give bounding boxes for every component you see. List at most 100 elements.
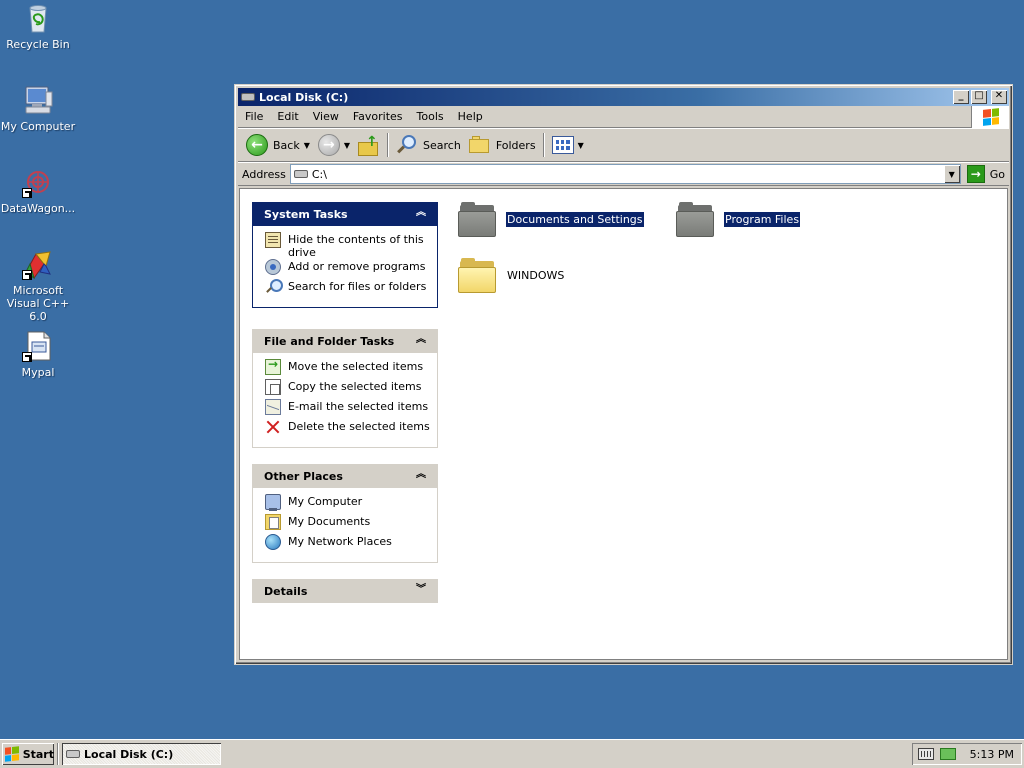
taskbar-button-label: Local Disk (C:): [84, 747, 174, 761]
desktop-icon-recycle-bin[interactable]: Recycle Bin: [0, 2, 76, 51]
forward-button[interactable]: → ▼: [314, 131, 354, 159]
close-button[interactable]: ✕: [991, 90, 1007, 104]
system-tasks-header[interactable]: System Tasks ︽: [252, 202, 438, 226]
pane-title: Details: [264, 584, 308, 598]
place-my-network-places[interactable]: My Network Places: [265, 534, 431, 554]
file-folder-tasks-pane: File and Folder Tasks ︽ Move the selecte…: [252, 329, 438, 448]
other-places-header[interactable]: Other Places ︽: [252, 464, 438, 488]
add-remove-programs-icon: [265, 259, 281, 275]
menu-favorites[interactable]: Favorites: [346, 110, 410, 123]
task-delete-items[interactable]: Delete the selected items: [265, 419, 431, 439]
pane-title: File and Folder Tasks: [264, 334, 395, 348]
folder-icon: [676, 201, 714, 237]
menu-view[interactable]: View: [306, 110, 346, 123]
task-add-remove-programs[interactable]: Add or remove programs: [265, 259, 431, 279]
go-arrow-icon: →: [966, 165, 985, 183]
address-label: Address: [242, 167, 286, 181]
views-button[interactable]: ▼: [548, 131, 588, 159]
system-tasks-pane: System Tasks ︽ Hide the contents of this…: [252, 202, 438, 308]
desktop-icon-my-computer[interactable]: My Computer: [0, 84, 76, 133]
back-button[interactable]: ← Back ▼: [242, 131, 314, 159]
desktop-icon-label: Microsoft Visual C++ 6.0: [6, 284, 70, 323]
hide-contents-icon: [265, 232, 281, 248]
back-arrow-icon: ←: [246, 134, 268, 156]
address-dropdown-icon[interactable]: ▼: [943, 165, 960, 183]
collapse-icon[interactable]: ︽: [414, 469, 428, 483]
place-my-documents[interactable]: My Documents: [265, 514, 431, 534]
views-dropdown-icon[interactable]: ▼: [578, 141, 584, 150]
desktop-icon-mypal[interactable]: Mypal: [0, 330, 76, 379]
folder-program-files[interactable]: Program Files: [676, 201, 801, 237]
title-bar[interactable]: Local Disk (C:) _ □ ✕: [238, 88, 1009, 106]
place-my-computer[interactable]: My Computer: [265, 494, 431, 514]
desktop-icon-datawagon[interactable]: DataWagon...: [0, 166, 76, 215]
folder-icon: [458, 257, 496, 293]
keyboard-icon[interactable]: [917, 748, 934, 760]
shortcut-arrow-icon: [22, 270, 32, 280]
up-button[interactable]: ↑: [354, 131, 384, 159]
task-search-files[interactable]: Search for files or folders: [265, 279, 431, 299]
task-copy-items[interactable]: Copy the selected items: [265, 379, 431, 399]
file-folder-tasks-header[interactable]: File and Folder Tasks ︽: [252, 329, 438, 353]
system-tray: 5:13 PM: [912, 743, 1022, 765]
desktop-icon-visual-cpp[interactable]: Microsoft Visual C++ 6.0: [0, 248, 76, 323]
collapse-icon[interactable]: ︽: [414, 334, 428, 348]
desktop-icon-label: Recycle Bin: [6, 38, 70, 51]
place-label: My Computer: [288, 495, 363, 508]
drive-icon: [293, 170, 308, 178]
folders-button[interactable]: Folders: [465, 131, 540, 159]
address-bar: Address C:\ ▼ → Go: [238, 162, 1009, 186]
details-header[interactable]: Details ︾: [252, 579, 438, 603]
folder-name: Documents and Settings: [506, 211, 644, 227]
address-field[interactable]: C:\ ▼: [289, 164, 961, 184]
toolbar-separator: [387, 133, 390, 157]
delete-icon: [265, 419, 281, 435]
expand-icon[interactable]: ︾: [414, 584, 428, 598]
shortcut-arrow-icon: [22, 188, 32, 198]
back-dropdown-icon[interactable]: ▼: [304, 141, 310, 150]
menu-tools[interactable]: Tools: [410, 110, 451, 123]
start-button[interactable]: Start: [2, 743, 54, 765]
taskbar-button-local-disk[interactable]: Local Disk (C:): [62, 743, 221, 765]
menu-help[interactable]: Help: [451, 110, 490, 123]
place-label: My Network Places: [288, 535, 392, 548]
window-title: Local Disk (C:): [259, 90, 349, 104]
forward-arrow-icon: →: [317, 134, 340, 156]
maximize-button[interactable]: □: [971, 90, 987, 104]
clock[interactable]: 5:13 PM: [970, 748, 1014, 761]
toolbar-separator: [542, 133, 545, 157]
address-value: C:\: [311, 167, 327, 181]
forward-dropdown-icon[interactable]: ▼: [344, 141, 350, 150]
go-label: Go: [989, 167, 1005, 181]
folder-windows[interactable]: WINDOWS: [458, 257, 565, 293]
menu-bar: File Edit View Favorites Tools Help: [238, 106, 1009, 128]
search-icon: [396, 134, 418, 156]
computer-icon: [265, 494, 281, 511]
folders-icon: [468, 136, 491, 154]
task-move-items[interactable]: Move the selected items: [265, 358, 431, 379]
menu-edit[interactable]: Edit: [270, 110, 305, 123]
task-label: Move the selected items: [288, 360, 424, 373]
explorer-window: Local Disk (C:) _ □ ✕ File Edit View Fav…: [234, 84, 1013, 665]
system-tasks-body: Hide the contents of this drive Add or r…: [252, 226, 438, 308]
network-icon: [265, 534, 281, 550]
task-label: Add or remove programs: [288, 260, 426, 273]
menu-file[interactable]: File: [238, 110, 270, 123]
folders-label: Folders: [495, 138, 536, 152]
move-icon: [265, 358, 281, 375]
task-label: Hide the contents of this drive: [288, 233, 424, 259]
folder-documents-and-settings[interactable]: Documents and Settings: [458, 201, 644, 237]
task-hide-drive[interactable]: Hide the contents of this drive: [265, 232, 431, 259]
collapse-icon[interactable]: ︽: [414, 207, 428, 221]
folder-name: Program Files: [724, 211, 801, 227]
search-button[interactable]: Search: [392, 131, 465, 159]
drive-icon: [66, 750, 80, 758]
go-button[interactable]: → Go: [966, 165, 1005, 183]
taskbar: Start Local Disk (C:) 5:13 PM: [0, 739, 1024, 768]
visual-cpp-icon: [22, 248, 54, 280]
minimize-button[interactable]: _: [953, 90, 969, 104]
shortcut-arrow-icon: [22, 352, 32, 362]
network-tray-icon[interactable]: [939, 748, 956, 760]
task-email-items[interactable]: E-mail the selected items: [265, 399, 431, 419]
folder-name: WINDOWS: [507, 268, 565, 282]
